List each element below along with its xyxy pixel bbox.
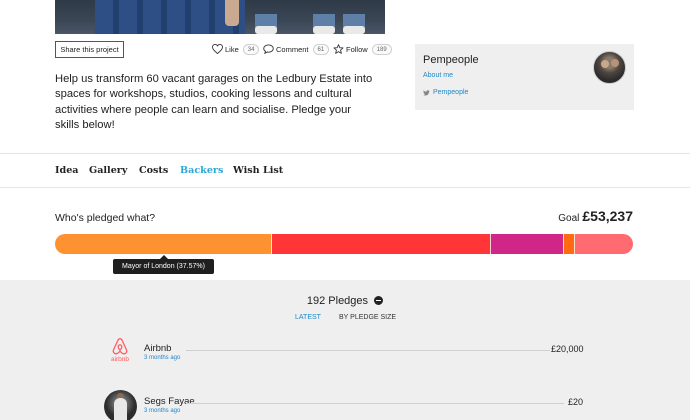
tab-backers[interactable]: Backers [180,165,223,176]
follow-button[interactable]: Follow 189 [333,42,392,56]
pledge-amount: £20 [568,397,584,407]
pledge-segment-3[interactable] [491,234,564,254]
collapse-icon[interactable] [374,296,384,305]
airbnb-logo: airbnb [106,337,134,365]
tab-costs[interactable]: Costs [139,165,168,176]
organizer-card: Pempeople About me Pempeople [415,44,634,110]
backers-panel: 192 Pledges LATEST BY PLEDGE SIZE airbnb… [0,280,690,420]
pledge-leader-line [186,403,564,404]
follow-label: Follow [346,44,368,54]
comment-label: Comment [276,44,309,54]
airbnb-icon [112,338,128,355]
pledge-count-label: 192 Pledges [306,295,369,307]
pledge-amount: £20,000 [551,344,584,354]
organizer-avatar[interactable] [593,51,626,84]
tab-wish-list[interactable]: Wish List [233,165,283,176]
star-icon [333,44,344,54]
backer-row[interactable]: Segs Fayae 3 months ago £20 [0,390,690,420]
pledge-count-heading: 192 Pledges [0,295,690,307]
like-label: Like [225,44,239,54]
funding-goal: Goal £53,237 [558,208,633,224]
backer-time: 3 months ago [144,408,181,414]
twitter-link[interactable]: Pempeople [423,89,468,96]
like-button[interactable]: Like 34 [212,42,260,56]
share-project-button[interactable]: Share this project [55,41,124,58]
pledge-segment-2[interactable] [272,234,492,254]
sort-latest-tab[interactable]: LATEST [295,314,321,321]
about-me-link[interactable]: About me [423,72,453,79]
pledge-breakdown-bar [55,234,633,254]
goal-amount: £53,237 [582,208,633,224]
project-tabs: Idea Gallery Costs Backers Wish List [0,153,690,188]
pledge-segment-1[interactable] [55,234,272,254]
follow-count: 189 [371,43,392,55]
sort-by-size-tab[interactable]: BY PLEDGE SIZE [339,314,396,321]
backer-row[interactable]: airbnb Airbnb 3 months ago £20,000 [0,337,690,367]
backer-avatar [104,390,137,420]
tab-gallery[interactable]: Gallery [89,165,127,176]
comment-bubble-icon [263,44,274,54]
backer-name: Segs Fayae [144,396,195,407]
project-description: Help us transform 60 vacant garages on t… [55,73,373,132]
pledges-heading: Who's pledged what? [55,212,156,224]
goal-label: Goal [558,213,580,224]
twitter-bird-icon [423,89,430,96]
heart-icon [212,44,223,54]
tab-idea[interactable]: Idea [55,165,79,176]
project-hero-image [55,0,385,34]
airbnb-logo-text: airbnb [110,356,130,363]
pledge-segment-5[interactable] [575,234,633,254]
backer-name: Airbnb [144,343,172,354]
pledge-leader-line [186,350,550,351]
backer-time: 3 months ago [144,355,181,361]
organizer-name: Pempeople [423,54,479,66]
comment-button[interactable]: Comment 61 [263,42,330,56]
twitter-handle: Pempeople [433,89,469,96]
pallet-shape [95,0,245,34]
pledge-segment-tooltip: Mayor of London (37.57%) [113,255,214,274]
comment-count: 61 [312,43,330,55]
pledge-segment-4[interactable] [563,234,576,254]
like-count: 34 [242,43,260,55]
